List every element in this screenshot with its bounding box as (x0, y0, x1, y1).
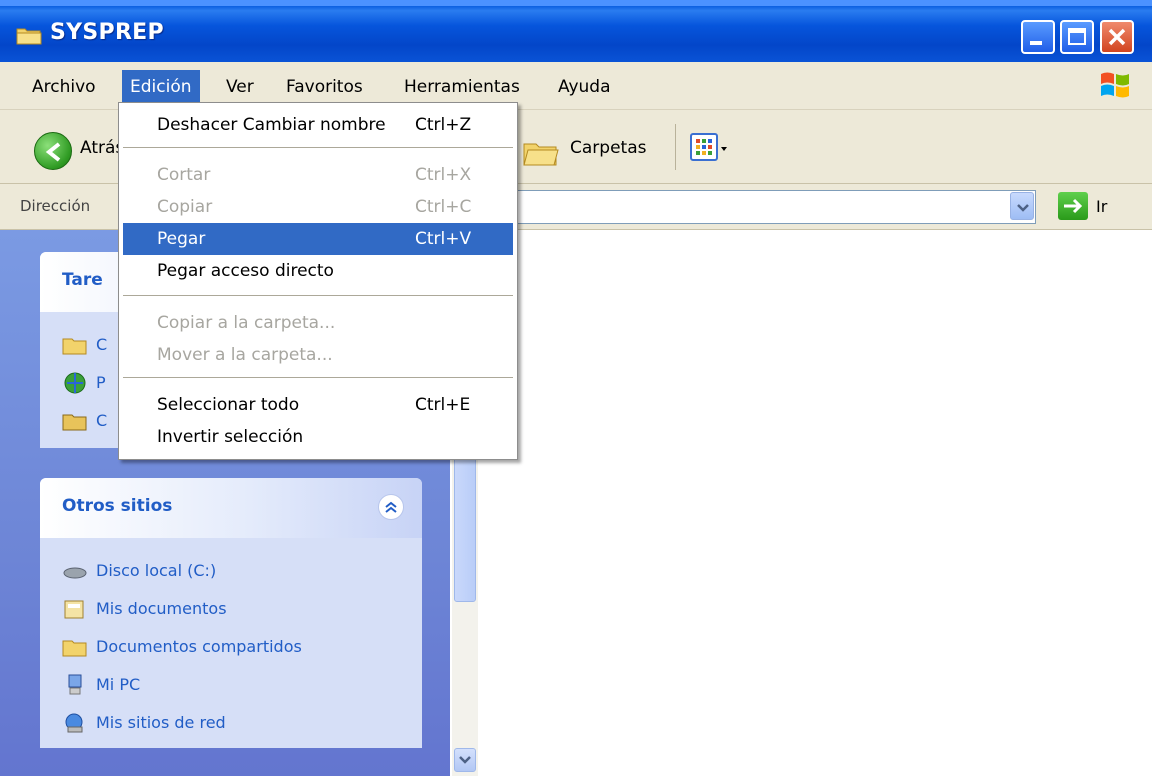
menu-herramientas[interactable]: Herramientas (396, 70, 528, 104)
menu-item-shortcut: Ctrl+Z (415, 115, 472, 135)
double-chevron-up-icon (385, 501, 397, 513)
other-places-body: Disco local (C:) Mis documentos Document… (40, 538, 422, 756)
place-label: Mis sitios de red (96, 713, 226, 732)
task-item-label: C (96, 411, 108, 430)
folder-icon (16, 28, 42, 45)
other-places-title: Otros sitios (62, 496, 173, 516)
menu-item-shortcut: Ctrl+V (415, 229, 472, 249)
menu-item-copy[interactable]: Copiar Ctrl+C (123, 191, 513, 223)
menu-item-shortcut: Ctrl+X (415, 165, 472, 185)
edit-menu-dropdown: Deshacer Cambiar nombre Ctrl+Z Cortar Ct… (118, 102, 518, 460)
menu-ayuda[interactable]: Ayuda (550, 70, 619, 104)
tasks-panel-title: Tare (62, 270, 103, 290)
folders-icon[interactable] (520, 136, 560, 168)
menu-separator (123, 295, 513, 296)
scroll-down-button[interactable] (454, 748, 476, 772)
place-label: Disco local (C:) (96, 561, 217, 580)
go-button[interactable] (1058, 192, 1088, 220)
windows-logo-icon (1101, 72, 1129, 98)
menu-item-label: Invertir selección (157, 427, 304, 447)
toolbar-separator (675, 124, 676, 170)
menu-separator (123, 147, 513, 148)
menu-item-invert-selection[interactable]: Invertir selección (123, 421, 513, 453)
share-folder-icon (62, 414, 87, 431)
network-globe-icon (65, 713, 83, 733)
task-item-label: P (96, 373, 106, 392)
other-places-panel: Otros sitios Disco local (C:) Mis docume… (40, 478, 422, 748)
title-bar[interactable]: SYSPREP (0, 0, 1152, 62)
globe-icon (64, 372, 86, 394)
address-label: Dirección (20, 197, 91, 215)
place-label: Mi PC (96, 675, 141, 694)
collapse-button[interactable] (378, 494, 404, 520)
file-list-area[interactable] (478, 230, 1152, 776)
place-link-my-computer[interactable]: Mi PC (62, 666, 422, 704)
computer-icon (68, 674, 82, 695)
menu-item-label: Pegar acceso directo (157, 261, 334, 281)
new-folder-icon (62, 338, 87, 355)
minimize-button[interactable] (1021, 20, 1055, 54)
maximize-icon (1068, 28, 1086, 45)
minimize-icon (1030, 41, 1042, 45)
menu-item-shortcut: Ctrl+E (415, 395, 471, 415)
menu-favoritos[interactable]: Favoritos (278, 70, 371, 104)
menu-ver[interactable]: Ver (218, 70, 262, 104)
place-link-local-disk[interactable]: Disco local (C:) (62, 552, 422, 590)
place-link-my-documents[interactable]: Mis documentos (62, 590, 422, 628)
chevron-down-icon (1017, 204, 1029, 212)
hard-drive-icon (63, 567, 87, 579)
menu-item-undo-rename[interactable]: Deshacer Cambiar nombre Ctrl+Z (123, 109, 513, 141)
task-item-label: C (96, 335, 108, 354)
folders-button[interactable]: Carpetas (570, 138, 646, 158)
menu-item-select-all[interactable]: Seleccionar todo Ctrl+E (123, 389, 513, 421)
menu-item-label: Cortar (157, 165, 211, 185)
back-button[interactable] (34, 132, 72, 170)
menu-item-move-to-folder[interactable]: Mover a la carpeta... (123, 339, 513, 371)
chevron-down-icon (459, 756, 471, 764)
place-link-network[interactable]: Mis sitios de red (62, 704, 422, 742)
menu-item-cut[interactable]: Cortar Ctrl+X (123, 159, 513, 191)
place-label: Mis documentos (96, 599, 227, 618)
place-link-shared-documents[interactable]: Documentos compartidos (62, 628, 422, 666)
back-arrow-icon (45, 142, 61, 162)
menu-item-label: Mover a la carpeta... (157, 345, 333, 365)
menu-item-label: Pegar (157, 229, 206, 249)
place-label: Documentos compartidos (96, 637, 302, 656)
maximize-button[interactable] (1060, 20, 1094, 54)
menu-archivo[interactable]: Archivo (24, 70, 104, 104)
menu-item-label: Copiar (157, 197, 213, 217)
folder-icon (62, 640, 87, 657)
menu-edicion[interactable]: Edición (122, 70, 200, 104)
address-dropdown-button[interactable] (1010, 192, 1034, 220)
go-label[interactable]: Ir (1096, 197, 1107, 216)
close-button[interactable] (1100, 20, 1134, 54)
menu-item-copy-to-folder[interactable]: Copiar a la carpeta... (123, 307, 513, 339)
menu-item-paste[interactable]: Pegar Ctrl+V (123, 223, 513, 255)
window-title: SYSPREP (50, 20, 164, 45)
menu-item-paste-shortcut[interactable]: Pegar acceso directo (123, 255, 513, 287)
menu-item-shortcut: Ctrl+C (415, 197, 472, 217)
documents-icon (64, 600, 84, 619)
go-arrow-icon (1064, 198, 1083, 214)
menu-separator (123, 377, 513, 378)
views-icon[interactable] (690, 130, 730, 166)
menu-item-label: Seleccionar todo (157, 395, 300, 415)
menu-item-label: Deshacer Cambiar nombre (157, 115, 386, 135)
other-places-header[interactable]: Otros sitios (40, 478, 422, 538)
menu-item-label: Copiar a la carpeta... (157, 313, 336, 333)
close-icon (1108, 28, 1126, 46)
